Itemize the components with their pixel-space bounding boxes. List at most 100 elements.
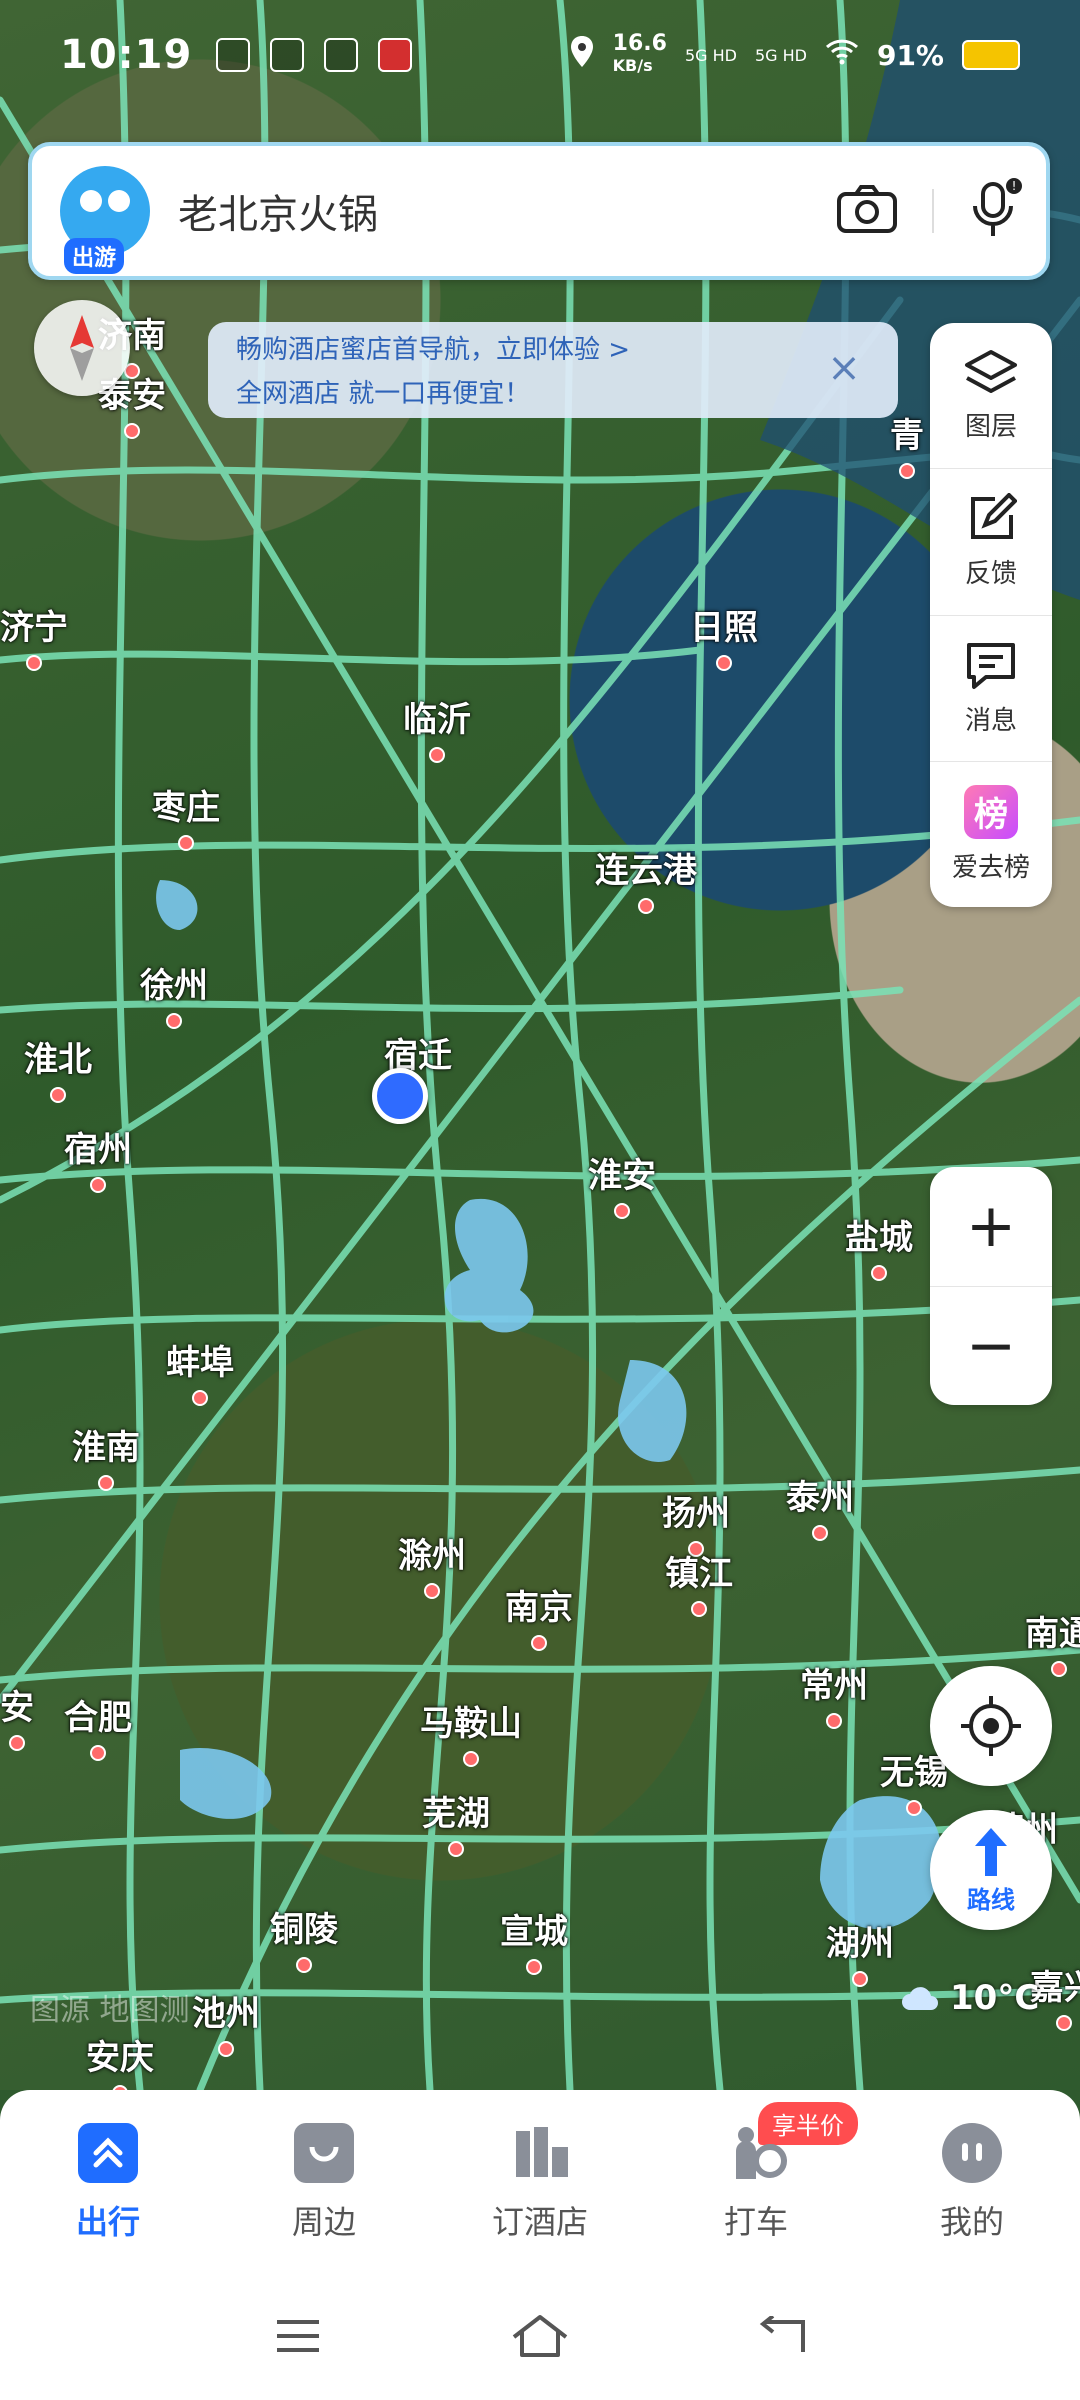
ranking-button[interactable]: 榜 爱去榜 <box>930 762 1052 907</box>
city-chizhou[interactable]: 池州 <box>192 1986 260 2035</box>
tab-hotel[interactable]: 订酒店 <box>432 2090 648 2276</box>
map-toolbar: 图层 反馈 消息 榜 爱去榜 <box>930 323 1052 907</box>
status-bar: 10:19 16.6 KB/s 5G HD 5G HD 91% <box>0 0 1080 110</box>
mascot-eye <box>80 190 102 212</box>
crosshair-icon <box>961 1696 1021 1756</box>
route-label: 路线 <box>967 1885 1015 1914</box>
city-nantong[interactable]: 南通 <box>1025 1606 1080 1655</box>
signal-1: 5G HD <box>684 45 737 65</box>
camera-icon[interactable] <box>836 184 898 238</box>
city-huzhou[interactable]: 湖州 <box>826 1916 894 1965</box>
search-query[interactable]: 老北京火锅 <box>178 182 378 240</box>
city-zaozhuang[interactable]: 枣庄 <box>152 780 220 829</box>
feedback-icon <box>971 493 1017 540</box>
tab-taxi[interactable]: 享半价 打车 <box>648 2090 864 2276</box>
city-linyi[interactable]: 临沂 <box>403 692 471 741</box>
city-wuhu[interactable]: 芜湖 <box>422 1786 490 1835</box>
locate-button[interactable] <box>930 1666 1052 1786</box>
messages-button[interactable]: 消息 <box>930 616 1052 762</box>
city-chuzhou[interactable]: 滁州 <box>398 1528 466 1577</box>
city-yancheng[interactable]: 盐城 <box>845 1210 913 1259</box>
status-right: 16.6 KB/s 5G HD 5G HD 91% <box>569 33 1020 77</box>
zoom-out-button[interactable]: − <box>930 1287 1052 1406</box>
mascot-avatar[interactable]: 出游 <box>60 166 150 274</box>
zoom-in-button[interactable]: + <box>930 1167 1052 1287</box>
city-xuzhou[interactable]: 徐州 <box>140 958 208 1007</box>
notice-line-1: 畅购酒店蜜店首导航，立即体验 > <box>236 335 631 365</box>
battery-percent: 91% <box>876 38 944 72</box>
tab-hotel-label: 订酒店 <box>491 2203 588 2241</box>
net-speed-unit: KB/s <box>612 56 653 75</box>
notice-line-2: 全网酒店 就一口再便宜！ <box>236 379 531 409</box>
weather-widget[interactable]: 10°C <box>900 1978 1039 2018</box>
tab-travel-label: 出行 <box>75 2203 140 2241</box>
close-icon[interactable]: × <box>824 348 864 388</box>
divider <box>932 189 934 233</box>
route-button[interactable]: 路线 <box>930 1810 1052 1930</box>
city-hefei[interactable]: 合肥 <box>64 1690 132 1739</box>
tab-nearby[interactable]: 周边 <box>216 2090 432 2276</box>
home-icon[interactable] <box>510 2313 570 2363</box>
layers-icon <box>965 350 1017 394</box>
battery-icon <box>962 40 1020 70</box>
city-rizhao[interactable]: 日照 <box>690 600 758 649</box>
city-changzhou[interactable]: 常州 <box>800 1658 868 1707</box>
city-lianyungang[interactable]: 连云港 <box>595 843 697 892</box>
signal-2: 5G HD <box>754 45 807 65</box>
compass-button[interactable] <box>34 300 130 396</box>
hotel-icon <box>510 2123 570 2183</box>
city-tongling[interactable]: 铜陵 <box>270 1902 338 1951</box>
city-yangzhou[interactable]: 扬州 <box>662 1486 730 1535</box>
messages-label: 消息 <box>964 705 1017 736</box>
ranking-icon: 榜 <box>964 784 1018 839</box>
city-suzhou[interactable]: 宿州 <box>64 1122 132 1171</box>
tab-travel[interactable]: 出行 <box>0 2090 216 2276</box>
tab-mine[interactable]: 我的 <box>864 2090 1080 2276</box>
feedback-button[interactable]: 反馈 <box>930 469 1052 616</box>
location-icon <box>569 35 595 75</box>
back-icon[interactable] <box>757 2314 807 2360</box>
app-notification-icon <box>216 38 251 72</box>
city-zhenjiang[interactable]: 镇江 <box>665 1546 733 1595</box>
city-huaibei[interactable]: 淮北 <box>24 1032 92 1081</box>
mascot-badge: 出游 <box>64 238 125 274</box>
app-notification-icon <box>324 38 359 72</box>
search-actions: ! <box>836 178 1022 244</box>
menu-icon[interactable] <box>273 2316 323 2360</box>
promo-notice[interactable]: 畅购酒店蜜店首导航，立即体验 > 全网酒店 就一口再便宜！ × <box>208 322 898 418</box>
compass-icon <box>70 315 94 381</box>
city-an[interactable]: 安 <box>0 1680 34 1729</box>
tab-nearby-label: 周边 <box>291 2203 356 2241</box>
system-navigation <box>0 2276 1080 2400</box>
ranking-label: 爱去榜 <box>951 852 1030 883</box>
app-notification-icon <box>270 38 305 72</box>
city-huaian[interactable]: 淮安 <box>588 1148 656 1197</box>
city-jining[interactable]: 济宁 <box>0 600 68 649</box>
app-notification-icon <box>378 38 413 72</box>
city-taizhou[interactable]: 泰州 <box>786 1470 854 1519</box>
layers-button[interactable]: 图层 <box>930 323 1052 470</box>
city-xuancheng[interactable]: 宣城 <box>500 1904 568 1953</box>
temperature: 10°C <box>950 1978 1040 2018</box>
city-nanjing[interactable]: 南京 <box>505 1580 573 1629</box>
city-anqing[interactable]: 安庆 <box>86 2030 154 2079</box>
current-location-marker <box>372 1068 428 1124</box>
city-qing[interactable]: 青 <box>890 408 924 457</box>
layers-label: 图层 <box>964 412 1017 443</box>
microphone-icon[interactable]: ! <box>968 178 1022 244</box>
status-time: 10:19 <box>60 32 193 78</box>
notification-icons <box>216 38 413 72</box>
feedback-label: 反馈 <box>964 559 1017 590</box>
mic-alert-dot: ! <box>1006 178 1022 194</box>
cloud-icon <box>902 1987 938 2010</box>
route-arrow-icon <box>975 1827 1007 1876</box>
wifi-icon <box>825 39 859 71</box>
search-bar[interactable]: 出游 老北京火锅 ! <box>28 142 1050 280</box>
city-huainan[interactable]: 淮南 <box>72 1420 140 1469</box>
net-speed: 16.6 KB/s <box>613 33 667 77</box>
zoom-control: + − <box>930 1167 1052 1405</box>
city-bengbu[interactable]: 蚌埠 <box>166 1335 234 1384</box>
travel-icon <box>78 2123 138 2183</box>
satellite-map[interactable]: 济南 泰安 青 济宁 日照 临沂 枣庄 连云港 徐州 淮北 宿迁 宿州 淮安 盐… <box>0 0 1080 2090</box>
city-maanshan[interactable]: 马鞍山 <box>420 1696 522 1745</box>
